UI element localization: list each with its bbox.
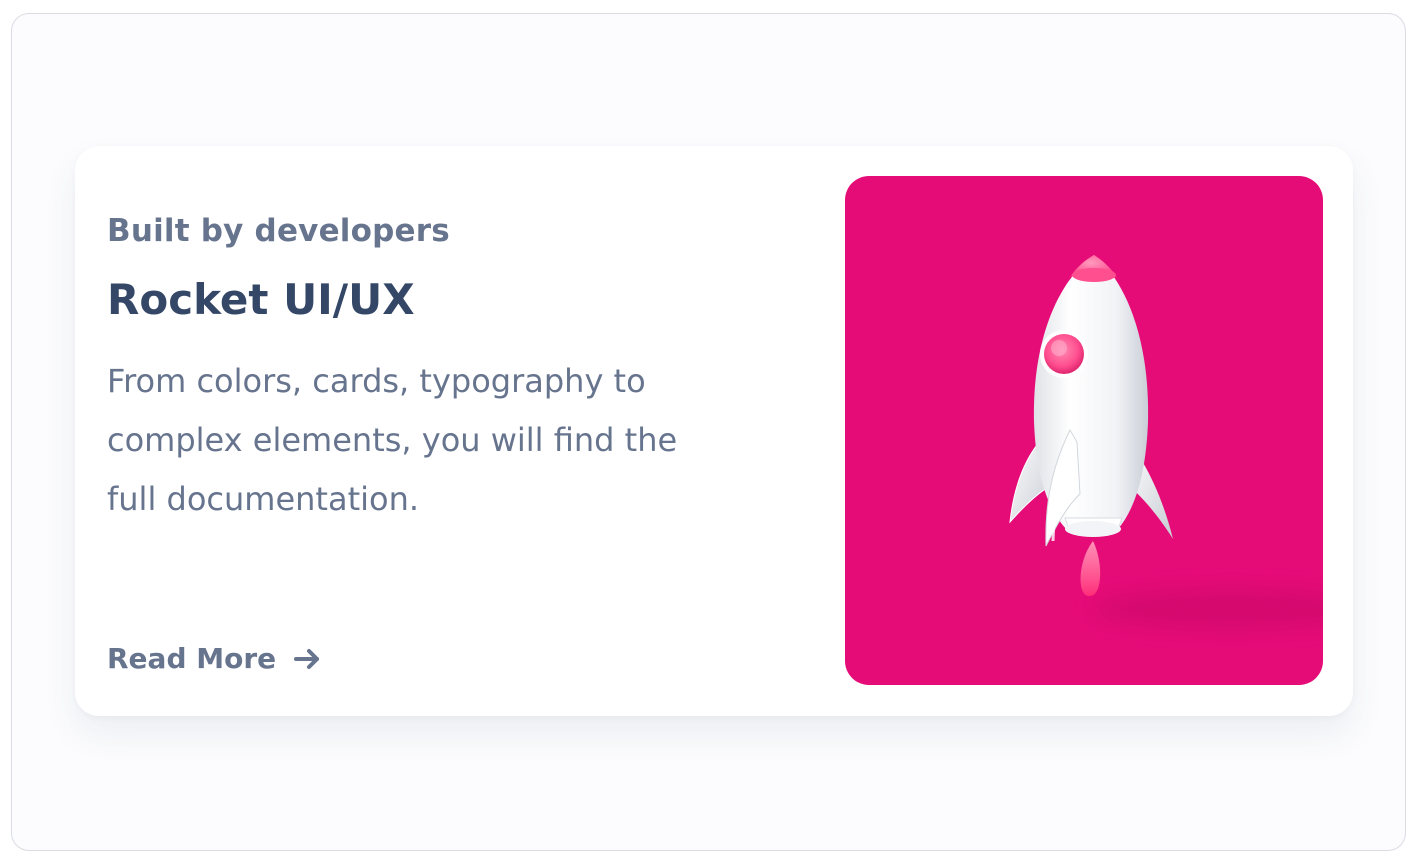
flame-shape xyxy=(1080,541,1101,597)
arrow-right-icon xyxy=(290,642,324,676)
card-content: Built by developers Rocket UI/UX From co… xyxy=(107,205,747,529)
card-description: From colors, cards, typography to comple… xyxy=(107,362,678,518)
hero-image xyxy=(845,176,1323,685)
read-more-label: Read More xyxy=(107,642,277,675)
card-eyebrow: Built by developers xyxy=(107,213,450,249)
read-more-link[interactable]: Read More xyxy=(107,636,324,682)
card-title: Rocket UI/UX xyxy=(107,275,415,324)
